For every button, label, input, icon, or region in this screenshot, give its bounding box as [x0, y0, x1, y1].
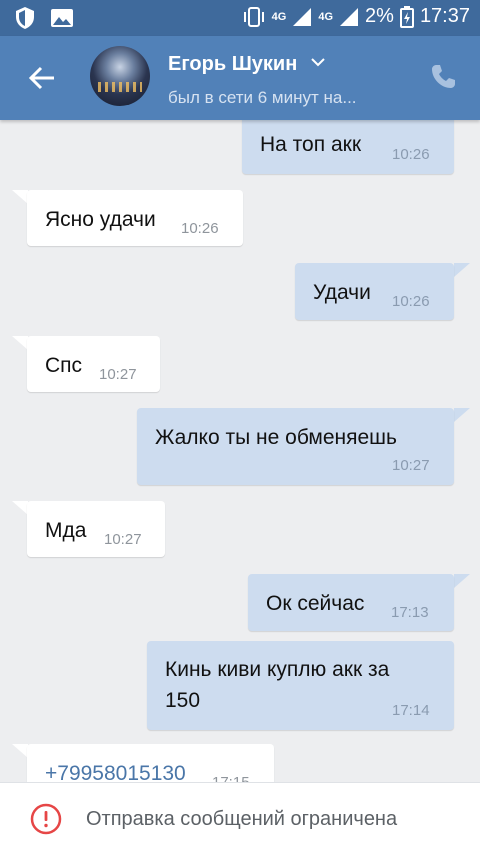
message-outgoing[interactable]: На топ акк 10:26 — [242, 120, 454, 174]
message-text: Ясно удачи — [45, 208, 156, 231]
bubble-tail — [454, 263, 470, 277]
message-outgoing[interactable]: Кинь киви куплю акк за 150 17:14 — [147, 641, 454, 730]
image-icon — [51, 9, 73, 27]
phone-icon[interactable] — [428, 62, 458, 92]
clock: 17:37 — [419, 5, 470, 27]
signal-icon — [340, 7, 359, 26]
message-time: 10:27 — [104, 531, 142, 548]
bubble-tail — [12, 744, 28, 758]
message-incoming[interactable]: Мда 10:27 — [27, 501, 165, 557]
last-seen-status: был в сети 6 минут на... — [168, 88, 357, 107]
message-outgoing[interactable]: Жалко ты не обменяешь 10:27 — [137, 408, 454, 485]
message-text: Спс — [45, 354, 83, 377]
signal-icon — [293, 7, 312, 26]
message-outgoing[interactable]: Ок сейчас 17:13 — [248, 574, 454, 631]
message-incoming[interactable]: +79958015130 17:15 — [27, 744, 274, 782]
message-time: 17:13 — [391, 604, 429, 621]
message-time: 17:14 — [392, 702, 430, 719]
network-label-a: 4G — [271, 10, 287, 23]
message-time: 10:27 — [99, 366, 137, 383]
message-text: Мда — [45, 519, 87, 542]
vibrate-icon — [243, 6, 264, 27]
message-time: 10:27 — [392, 457, 430, 474]
bubble-tail — [12, 501, 28, 515]
message-text: 150 — [165, 689, 201, 712]
bubble-tail — [454, 408, 470, 422]
message-incoming[interactable]: Спс 10:27 — [27, 336, 160, 392]
message-time: 10:26 — [181, 220, 219, 237]
contact-name-text: Егорь Шукин — [168, 53, 298, 75]
message-text: Удачи — [313, 281, 371, 304]
message-list[interactable]: На топ акк 10:26 Ясно удачи 10:26 Удачи … — [0, 120, 480, 782]
battery-icon — [399, 5, 414, 28]
avatar[interactable] — [90, 46, 150, 106]
message-incoming[interactable]: Ясно удачи 10:26 — [27, 190, 243, 246]
warning-icon — [30, 803, 62, 835]
bubble-tail — [12, 336, 28, 350]
message-text: Жалко ты не обменяешь — [155, 426, 397, 449]
notice-text: Отправка сообщений ограничена — [86, 808, 398, 830]
network-label-b: 4G — [318, 10, 334, 23]
bubble-tail — [454, 574, 470, 588]
bubble-tail — [12, 190, 28, 204]
chat-header: Егорь Шукин был в сети 6 минут на... — [0, 36, 480, 120]
message-text: На топ акк — [260, 133, 362, 156]
phone-number-link[interactable]: +79958015130 — [45, 759, 186, 782]
message-time: 10:26 — [392, 293, 430, 310]
chevron-down-icon[interactable] — [311, 54, 325, 70]
shield-icon — [16, 7, 34, 29]
message-time: 10:26 — [392, 146, 430, 163]
messaging-restricted-notice: Отправка сообщений ограничена — [0, 782, 480, 854]
battery-percent: 2% — [365, 5, 394, 27]
message-outgoing[interactable]: Удачи 10:26 — [295, 263, 454, 320]
message-text: Кинь киви куплю акк за — [165, 658, 390, 681]
message-time: 17:15 — [212, 774, 250, 782]
message-text: Ок сейчас — [266, 592, 365, 615]
status-bar: 4G 4G 2% 17:37 — [0, 0, 480, 36]
back-arrow-icon[interactable] — [26, 62, 58, 94]
contact-name[interactable]: Егорь Шукин — [168, 53, 325, 76]
